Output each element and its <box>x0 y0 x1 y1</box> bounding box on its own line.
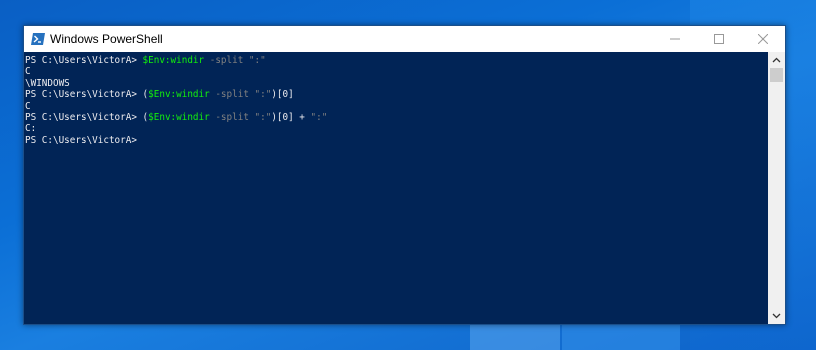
console-token: $Env:windir <box>148 111 210 123</box>
console-token: PS C:\Users\VictorA> <box>25 134 137 146</box>
chevron-up-icon <box>772 57 781 63</box>
console-token: $Env:windir <box>142 55 205 66</box>
console-token: PS C:\Users\VictorA> <box>25 55 143 66</box>
console-token: ":" <box>254 89 272 101</box>
console-token: PS C:\Users\VictorA> <box>25 111 143 123</box>
console-line: PS C:\Users\VictorA> ($Env:windir -split… <box>25 112 768 123</box>
console-line: PS C:\Users\VictorA> $Env:windir -split … <box>25 55 768 66</box>
close-icon <box>758 34 768 44</box>
console-output[interactable]: PS C:\Users\VictorA> $Env:windir -split … <box>24 52 768 324</box>
console-token: ":" <box>310 111 328 123</box>
console-line: \WINDOWS <box>25 78 768 89</box>
console-token: ":" <box>248 55 266 66</box>
console-token: $Env:windir <box>148 89 210 101</box>
console-token: ":" <box>254 111 272 123</box>
maximize-button[interactable] <box>697 26 741 52</box>
minimize-button[interactable] <box>653 26 697 52</box>
minimize-icon <box>670 38 680 40</box>
window-title: Windows PowerShell <box>50 32 163 46</box>
vertical-scrollbar[interactable] <box>768 52 785 324</box>
close-button[interactable] <box>741 26 785 52</box>
console-token: )[0] + <box>271 111 311 123</box>
scrollbar-thumb[interactable] <box>770 68 783 82</box>
console-line: PS C:\Users\VictorA> ($Env:windir -split… <box>25 89 768 100</box>
scroll-up-button[interactable] <box>768 52 785 68</box>
console-token: C <box>25 100 31 112</box>
console-line: C <box>25 101 768 112</box>
console-line: C: <box>25 123 768 134</box>
console-token: -split <box>209 111 255 123</box>
chevron-down-icon <box>772 313 781 319</box>
powershell-icon[interactable] <box>31 31 45 45</box>
console-token: C: <box>25 123 37 135</box>
console-token: \WINDOWS <box>25 77 70 89</box>
console-token: )[0] <box>271 89 294 101</box>
console-token: -split <box>209 89 255 101</box>
title-bar[interactable]: Windows PowerShell <box>24 26 785 52</box>
console-line: C <box>25 66 768 77</box>
console-token: C <box>25 66 31 78</box>
powershell-window[interactable]: Windows PowerShell PS C:\Users\VictorA> … <box>23 25 786 325</box>
scroll-down-button[interactable] <box>768 308 785 324</box>
console-token: -split <box>204 55 249 66</box>
maximize-icon <box>714 34 724 44</box>
console-line: PS C:\Users\VictorA> <box>25 135 768 146</box>
console-token: PS C:\Users\VictorA> <box>25 89 143 101</box>
